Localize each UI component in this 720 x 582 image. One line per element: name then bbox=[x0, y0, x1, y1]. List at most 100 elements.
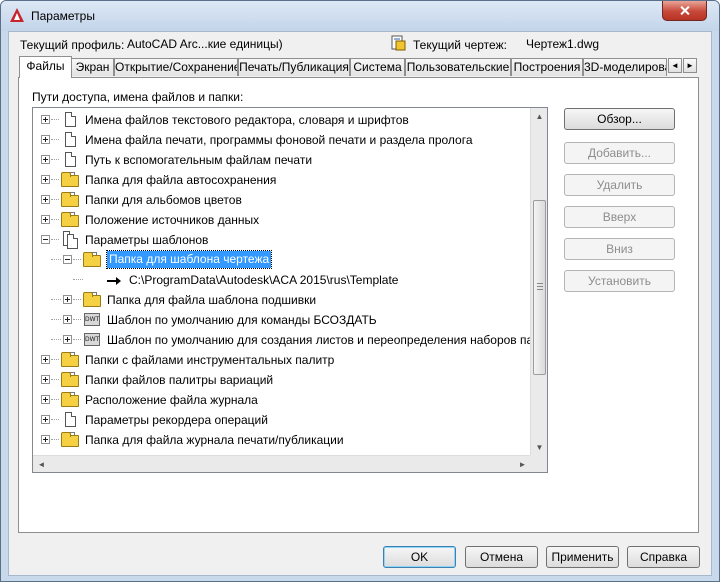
folder-icon bbox=[61, 351, 79, 369]
tree-row-label: Расположение файла журнала bbox=[85, 393, 258, 407]
tree-row[interactable]: Папка для файла журнала печати/публикаци… bbox=[33, 430, 531, 450]
tree-connector-line bbox=[51, 239, 59, 240]
folder-icon bbox=[83, 291, 101, 309]
ok-button[interactable]: OK bbox=[383, 546, 456, 568]
tree-row-label: Положение источников данных bbox=[85, 213, 260, 227]
tree-connector-line bbox=[51, 319, 61, 320]
remove-button[interactable]: Удалить bbox=[564, 174, 675, 196]
tree-row[interactable]: Папка для файла шаблона подшивки bbox=[33, 290, 531, 310]
window-title: Параметры bbox=[31, 9, 95, 23]
expand-icon[interactable] bbox=[63, 335, 72, 344]
tree-row-label: Папки для альбомов цветов bbox=[85, 193, 242, 207]
scroll-left-arrow-icon[interactable]: ◄ bbox=[33, 456, 50, 472]
tree-connector-line bbox=[51, 399, 59, 400]
scroll-corner bbox=[530, 455, 547, 472]
tab-open-save[interactable]: Открытие/Сохранение bbox=[114, 58, 238, 76]
add-button[interactable]: Добавить... bbox=[564, 142, 675, 164]
cancel-button[interactable]: Отмена bbox=[465, 546, 538, 568]
tree-row-label: Папки с файлами инструментальных палитр bbox=[85, 353, 335, 367]
expand-icon[interactable] bbox=[41, 395, 50, 404]
tree-connector-line bbox=[51, 119, 59, 120]
browse-button[interactable]: Обзор... bbox=[564, 108, 675, 130]
tree-connector-line bbox=[51, 219, 59, 220]
tree-connector-line bbox=[51, 259, 61, 260]
tab-scroll-left-button[interactable]: ◄ bbox=[668, 58, 682, 73]
expand-icon[interactable] bbox=[41, 435, 50, 444]
tree-connector-line bbox=[73, 339, 81, 340]
document-icon bbox=[61, 151, 79, 169]
expand-icon[interactable] bbox=[63, 295, 72, 304]
move-up-button[interactable]: Вверх bbox=[564, 206, 675, 228]
close-button[interactable] bbox=[662, 1, 707, 21]
tree-connector-line bbox=[73, 319, 81, 320]
autocad-logo-icon bbox=[10, 8, 24, 22]
scroll-down-arrow-icon[interactable]: ▼ bbox=[531, 439, 547, 456]
expand-icon[interactable] bbox=[41, 115, 50, 124]
tree-row[interactable]: Параметры шаблонов bbox=[33, 230, 531, 250]
expand-icon[interactable] bbox=[41, 215, 50, 224]
tree-row[interactable]: Имена файла печати, программы фоновой пе… bbox=[33, 130, 531, 150]
collapse-icon[interactable] bbox=[63, 255, 72, 264]
move-down-button[interactable]: Вниз bbox=[564, 238, 675, 260]
scroll-up-arrow-icon[interactable]: ▲ bbox=[531, 108, 547, 125]
tree-row[interactable]: Папка для файла автосохранения bbox=[33, 170, 531, 190]
paths-tree[interactable]: Имена файлов текстового редактора, слова… bbox=[32, 107, 548, 473]
tree-row-label: Путь к вспомогательным файлам печати bbox=[85, 153, 313, 167]
expand-icon[interactable] bbox=[41, 355, 50, 364]
expand-icon[interactable] bbox=[63, 315, 72, 324]
expand-icon[interactable] bbox=[41, 175, 50, 184]
tree-connector-line bbox=[51, 199, 59, 200]
tree-connector-line bbox=[51, 439, 59, 440]
tab-display[interactable]: Экран bbox=[71, 58, 114, 76]
tree-row[interactable]: Папки файлов палитры вариаций bbox=[33, 370, 531, 390]
expand-icon[interactable] bbox=[41, 155, 50, 164]
tree-row[interactable]: C:\ProgramData\Autodesk\ACA 2015\rus\Tem… bbox=[33, 270, 531, 290]
tree-connector-line bbox=[51, 299, 61, 300]
tree-row-label: Папка для файла автосохранения bbox=[85, 173, 277, 187]
tab-system[interactable]: Система bbox=[350, 58, 405, 76]
tree-row-label: Параметры шаблонов bbox=[85, 233, 209, 247]
tree-row[interactable]: DWT Шаблон по умолчанию для команды БСОЗД… bbox=[33, 310, 531, 330]
tab-files[interactable]: Файлы bbox=[19, 56, 72, 78]
tab-plot-publish[interactable]: Печать/Публикация bbox=[238, 58, 350, 76]
tab-drafting[interactable]: Построения bbox=[511, 58, 583, 76]
tree-connector-line bbox=[51, 179, 59, 180]
tree-row[interactable]: Положение источников данных bbox=[33, 210, 531, 230]
tree-connector-line bbox=[51, 379, 59, 380]
folder-icon bbox=[61, 431, 79, 449]
tree-row[interactable]: Папки с файлами инструментальных палитр bbox=[33, 350, 531, 370]
tree-row[interactable]: Папка для шаблона чертежа bbox=[33, 250, 531, 270]
set-current-button[interactable]: Установить bbox=[564, 270, 675, 292]
apply-button[interactable]: Применить bbox=[546, 546, 619, 568]
folder-icon bbox=[61, 371, 79, 389]
tree-row-label: Папка для файла шаблона подшивки bbox=[107, 293, 317, 307]
tree-connector-line bbox=[73, 259, 81, 260]
tree-row[interactable]: Расположение файла журнала bbox=[33, 390, 531, 410]
tree-row[interactable]: Имена файлов текстового редактора, слова… bbox=[33, 110, 531, 130]
tab-scroll-right-button[interactable]: ► bbox=[683, 58, 697, 73]
document-icon bbox=[61, 411, 79, 429]
paths-label: Пути доступа, имена файлов и папки: bbox=[32, 90, 244, 104]
tab-3d-modeling[interactable]: 3D-моделирова bbox=[583, 58, 667, 76]
collapse-icon[interactable] bbox=[41, 235, 50, 244]
tree-row[interactable]: DWT Шаблон по умолчанию для создания лист… bbox=[33, 330, 547, 350]
tree-row-label: Шаблон по умолчанию для создания листов … bbox=[107, 333, 548, 347]
tab-user-preferences[interactable]: Пользовательские bbox=[405, 58, 511, 76]
expand-icon[interactable] bbox=[41, 375, 50, 384]
tree-row[interactable]: Папки для альбомов цветов bbox=[33, 190, 531, 210]
tree-connector-line bbox=[73, 279, 83, 280]
expand-icon[interactable] bbox=[41, 195, 50, 204]
help-button[interactable]: Справка bbox=[627, 546, 700, 568]
expand-icon[interactable] bbox=[41, 135, 50, 144]
tree-row[interactable]: Путь к вспомогательным файлам печати bbox=[33, 150, 531, 170]
tree-row[interactable]: Параметры рекордера операций bbox=[33, 410, 531, 430]
title-bar[interactable]: Параметры bbox=[1, 1, 719, 31]
dwt-icon: DWT bbox=[83, 331, 101, 349]
expand-icon[interactable] bbox=[41, 415, 50, 424]
scroll-right-arrow-icon[interactable]: ► bbox=[514, 456, 531, 472]
vertical-scrollbar[interactable]: ▲ ▼ bbox=[530, 108, 547, 456]
horizontal-scrollbar[interactable]: ◄ ► bbox=[33, 455, 531, 472]
vertical-scroll-thumb[interactable] bbox=[533, 200, 546, 375]
current-drawing-value: Чертеж1.dwg bbox=[526, 37, 600, 51]
tree-row-label: Шаблон по умолчанию для команды БСОЗДАТЬ bbox=[107, 313, 377, 327]
